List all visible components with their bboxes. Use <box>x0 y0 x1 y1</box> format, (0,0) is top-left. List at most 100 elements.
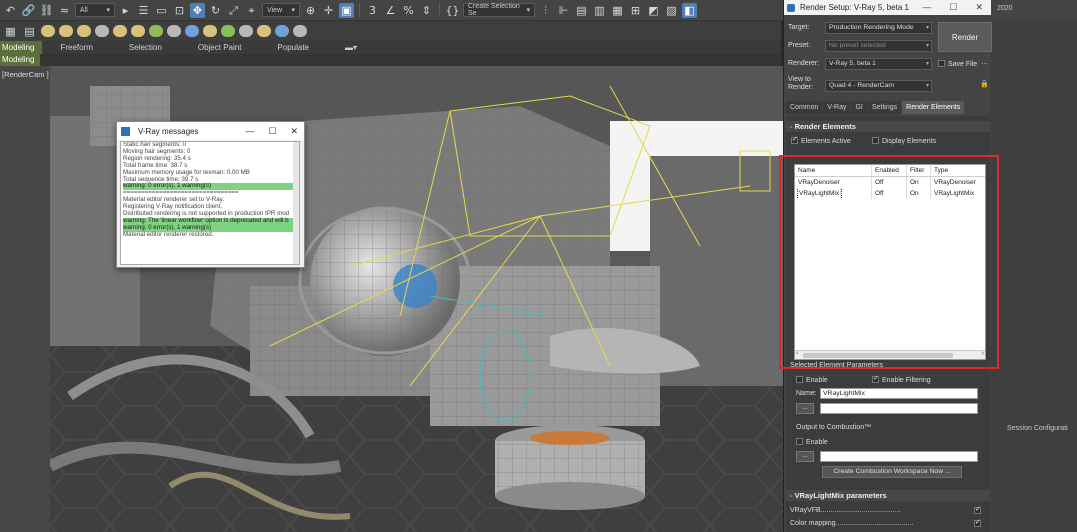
unlink-icon[interactable]: ⛓ <box>39 3 54 18</box>
preset-dropdown[interactable]: No preset selected ▾ <box>825 40 932 52</box>
shape-icon[interactable] <box>95 25 109 37</box>
scene-states-icon[interactable]: ▤ <box>22 24 37 39</box>
select-object-icon[interactable]: ▸ <box>118 3 133 18</box>
column-filter[interactable]: Filter <box>907 165 931 176</box>
material-editor-icon[interactable]: ◩ <box>646 3 661 18</box>
render-setup-titlebar[interactable]: Render Setup: V-Ray 5, beta 1 — ☐ ✕ <box>784 0 991 15</box>
pivot-center-icon[interactable]: ⊕ <box>303 3 318 18</box>
shape-icon[interactable] <box>77 25 91 37</box>
table-row[interactable]: VRayLightMix Off On VRayLightMix <box>795 188 985 199</box>
tab-freeform[interactable]: Freeform <box>42 43 110 52</box>
tab-gi[interactable]: GI <box>851 101 867 114</box>
angle-snap-icon[interactable]: ∠ <box>383 3 398 18</box>
renderer-dropdown[interactable]: V-Ray 5, beta 1 ▾ <box>825 58 932 70</box>
tab-render-elements[interactable]: Render Elements <box>902 101 965 114</box>
maximize-icon[interactable]: ☐ <box>949 2 957 13</box>
tab-populate[interactable]: Populate <box>259 43 327 52</box>
tab-settings[interactable]: Settings <box>867 101 902 114</box>
spinner-snap-icon[interactable]: ⇕ <box>419 3 434 18</box>
combustion-browse-button[interactable]: ... <box>796 451 814 462</box>
render-setup-icon[interactable]: ▨ <box>664 3 679 18</box>
align-icon[interactable]: ⊩ <box>556 3 571 18</box>
shape-icon[interactable] <box>293 25 307 37</box>
tab-object-paint[interactable]: Object Paint <box>180 43 260 52</box>
combustion-path-field[interactable] <box>820 451 978 462</box>
select-manipulate-icon[interactable]: ✛ <box>321 3 336 18</box>
tab-selection[interactable]: Selection <box>111 43 180 52</box>
percent-snap-icon[interactable]: % <box>401 3 416 18</box>
ribbon-options-icon[interactable]: ▬▾ <box>327 43 375 52</box>
lock-icon[interactable]: 🔒 <box>980 80 989 88</box>
tab-modeling[interactable]: Modeling <box>0 41 43 54</box>
scroll-right-icon[interactable]: › <box>982 350 984 357</box>
torus-icon[interactable] <box>131 25 145 37</box>
browse-button[interactable]: ... <box>796 403 814 414</box>
link-icon[interactable]: 🔗 <box>21 3 36 18</box>
select-and-scale-icon[interactable]: ⤢ <box>226 3 241 18</box>
snaps-toggle-icon[interactable]: 3 <box>365 3 380 18</box>
display-elements-checkbox[interactable]: Display Elements <box>872 137 936 145</box>
bind-space-warp-icon[interactable]: ≈ <box>57 3 72 18</box>
vray-messages-titlebar[interactable]: V-Ray messages — ☐ ✕ <box>117 122 304 140</box>
more-icon[interactable]: … <box>981 59 988 66</box>
shape-icon[interactable] <box>59 25 73 37</box>
camera-icon[interactable] <box>167 25 181 37</box>
maximize-icon[interactable]: ☐ <box>268 126 276 137</box>
create-combustion-workspace-button[interactable]: Create Combustion Workspace Now ... <box>822 466 962 478</box>
scrollbar-thumb[interactable] <box>803 353 953 358</box>
shape-icon[interactable] <box>239 25 253 37</box>
render-elements-list[interactable]: Name Enabled Filter Type VRayDenoiser Of… <box>794 164 986 360</box>
color-mapping-row[interactable]: Color mapping...........................… <box>790 520 913 527</box>
sphere-icon[interactable] <box>113 25 127 37</box>
place-icon[interactable]: ⌖ <box>244 3 259 18</box>
shape-icon[interactable] <box>257 25 271 37</box>
light-icon[interactable] <box>185 25 199 37</box>
shape-icon[interactable] <box>275 25 289 37</box>
table-row[interactable]: VRayDenoiser Off On VRayDenoiser <box>795 177 985 188</box>
edit-named-selection-icon[interactable]: {} <box>445 3 460 18</box>
ribbon-sub-label[interactable]: Modeling <box>0 54 41 66</box>
layer-explorer-icon[interactable]: ▥ <box>592 3 607 18</box>
enable-checkbox[interactable]: Enable <box>796 376 828 384</box>
selection-filter-dropdown[interactable]: All ▾ <box>75 3 115 17</box>
select-and-rotate-icon[interactable]: ↻ <box>208 3 223 18</box>
column-enabled[interactable]: Enabled <box>872 165 907 176</box>
keyboard-shortcut-override-icon[interactable]: ▣ <box>339 2 354 18</box>
tab-vray[interactable]: V-Ray <box>823 101 851 114</box>
target-dropdown[interactable]: Production Rendering Mode ▾ <box>825 22 932 34</box>
minimize-icon[interactable]: — <box>922 2 931 13</box>
tab-common[interactable]: Common <box>786 101 823 114</box>
reference-coord-dropdown[interactable]: View ▾ <box>262 3 300 17</box>
save-file-checkbox[interactable]: Save File <box>938 60 977 68</box>
elements-active-checkbox[interactable]: Elements Active <box>791 135 851 145</box>
select-by-name-icon[interactable]: ☰ <box>136 3 151 18</box>
curve-editor-icon[interactable]: ▦ <box>610 3 625 18</box>
scene-explorer-icon[interactable]: ▤ <box>574 3 589 18</box>
rectangular-selection-icon[interactable]: ▭ <box>154 3 169 18</box>
plant-icon[interactable] <box>149 25 163 37</box>
color-mapping-checkbox[interactable] <box>974 518 984 528</box>
enable-filtering-checkbox[interactable]: Enable Filtering <box>872 374 931 384</box>
undo-icon[interactable]: ↶ <box>3 3 18 18</box>
element-name-field[interactable]: VRayLightMix <box>820 388 978 399</box>
close-icon[interactable]: ✕ <box>975 2 983 13</box>
shape-icon[interactable] <box>41 25 55 37</box>
vertical-scrollbar[interactable] <box>293 142 299 264</box>
session-configuration-label[interactable]: Session Configurati <box>1007 425 1068 432</box>
minimize-icon[interactable]: — <box>245 126 254 137</box>
vray-messages-log[interactable]: Static hair segments: 0 Moving hair segme… <box>120 141 300 265</box>
vrayvfb-checkbox[interactable] <box>974 505 984 515</box>
helper-icon[interactable] <box>203 25 217 37</box>
horizontal-scrollbar[interactable]: ‹ › <box>795 350 985 359</box>
output-path-field[interactable] <box>820 403 978 414</box>
vraylightmix-rollout-header[interactable]: VRayLightMix parameters <box>786 490 990 501</box>
shape-icon[interactable] <box>221 25 235 37</box>
named-selection-sets-dropdown[interactable]: Create Selection Se ▾ <box>463 3 535 17</box>
mirror-icon[interactable]: ⫶ <box>538 3 553 18</box>
rendered-frame-window-icon[interactable]: ◧ <box>682 2 697 18</box>
vrayvfb-row[interactable]: VRayVFB.................................… <box>790 507 900 514</box>
render-button[interactable]: Render <box>938 22 992 52</box>
scroll-left-icon[interactable]: ‹ <box>796 350 798 357</box>
combustion-enable-checkbox[interactable]: Enable <box>796 438 828 446</box>
schematic-view-icon[interactable]: ⊞ <box>628 3 643 18</box>
